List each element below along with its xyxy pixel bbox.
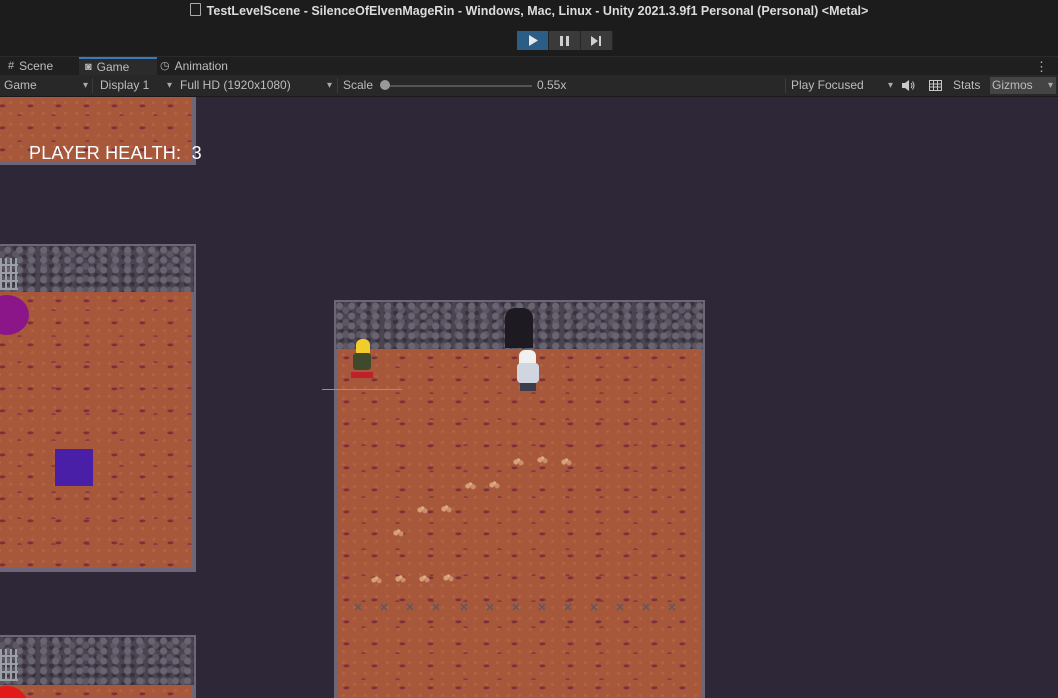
collider-line (322, 389, 402, 390)
grid-icon[interactable] (929, 75, 942, 96)
tab-game[interactable]: ◙ Game (79, 57, 157, 76)
scale-value: 0.55x (537, 78, 567, 92)
spike-trap: ✕ (589, 602, 599, 614)
divider (785, 78, 786, 93)
grid-svg (929, 80, 942, 91)
play-icon (528, 35, 538, 46)
step-button[interactable] (581, 31, 613, 50)
tab-game-label: Game (96, 60, 130, 74)
spike-trap: ✕ (563, 602, 573, 614)
clock-icon: ◷ (160, 60, 170, 72)
view-mode-label: Game (4, 78, 37, 92)
gizmos-label: Gizmos (992, 78, 1033, 92)
tab-animation[interactable]: ◷ Animation (160, 57, 228, 76)
scale-slider-thumb[interactable] (380, 80, 390, 90)
player-base (351, 372, 373, 378)
play-button[interactable] (517, 31, 549, 50)
health-label: PLAYER HEALTH: (29, 143, 182, 163)
speaker-icon[interactable] (902, 75, 915, 96)
gate-icon (0, 258, 18, 290)
rock-decoration (394, 575, 407, 583)
step-icon (591, 35, 601, 46)
stats-button[interactable]: Stats (953, 75, 980, 96)
room-wall-left (0, 244, 196, 294)
rock-decoration (370, 576, 383, 584)
rock-decoration (416, 506, 429, 514)
tab-animation-label: Animation (174, 59, 228, 73)
spike-trap: ✕ (537, 602, 547, 614)
player-health-hud: PLAYER HEALTH: 3 (29, 143, 202, 164)
game-view-toolbar: Game Display 1 Full HD (1920x1080) Scale… (0, 75, 1058, 97)
pause-button[interactable] (549, 31, 581, 50)
health-value: 3 (191, 143, 202, 163)
scale-slider-track[interactable] (385, 85, 532, 87)
player-body (353, 353, 371, 370)
window-title: TestLevelScene - SilenceOfElvenMageRin -… (206, 4, 869, 18)
spike-trap: ✕ (431, 602, 441, 614)
window-title-row: TestLevelScene - SilenceOfElvenMageRin -… (0, 3, 1058, 18)
spike-trap: ✕ (459, 602, 469, 614)
gizmos-dropdown[interactable]: Gizmos (990, 77, 1056, 94)
room-wall-bottom-left (0, 635, 196, 687)
resolution-label: Full HD (1920x1080) (180, 78, 291, 92)
npc-body (517, 363, 539, 383)
play-mode-dropdown[interactable]: Play Focused (791, 75, 893, 96)
divider (337, 78, 338, 93)
play-mode-label: Play Focused (791, 78, 864, 92)
room-floor-left (0, 292, 196, 572)
play-controls (517, 31, 613, 50)
spike-trap: ✕ (485, 602, 495, 614)
title-bar: TestLevelScene - SilenceOfElvenMageRin -… (0, 0, 1058, 56)
view-mode-dropdown[interactable]: Game (4, 75, 88, 96)
rock-decoration (560, 458, 573, 466)
room-floor-center (334, 349, 705, 698)
rock-decoration (464, 482, 477, 490)
blue-square-object (55, 449, 93, 486)
rock-decoration (440, 505, 453, 513)
rock-decoration (512, 458, 525, 466)
rock-decoration (488, 481, 501, 489)
rock-decoration (536, 456, 549, 464)
hash-icon: # (8, 60, 15, 72)
game-viewport[interactable]: ✕ ✕ ✕ ✕ ✕ ✕ ✕ ✕ ✕ ✕ ✕ ✕ ✕ PLAYER HEALTH:… (0, 97, 1058, 698)
scale-label: Scale (343, 78, 374, 92)
gate-icon (0, 649, 18, 681)
resolution-dropdown[interactable]: Full HD (1920x1080) (180, 75, 332, 96)
spike-trap: ✕ (379, 602, 389, 614)
tab-scene[interactable]: # Scene (8, 57, 53, 76)
rock-decoration (442, 574, 455, 582)
spike-trap: ✕ (667, 602, 677, 614)
spike-trap: ✕ (353, 602, 363, 614)
rock-decoration (418, 575, 431, 583)
editor-tab-bar: # Scene ◙ Game ◷ Animation ⋮ (0, 56, 1058, 76)
document-icon (189, 3, 201, 16)
display-label: Display 1 (100, 78, 150, 92)
npc-legs (520, 383, 536, 391)
pause-icon (560, 35, 569, 46)
rock-decoration (392, 529, 405, 537)
spike-trap: ✕ (641, 602, 651, 614)
spike-trap: ✕ (511, 602, 521, 614)
more-options-icon[interactable]: ⋮ (1035, 57, 1048, 76)
spike-trap: ✕ (405, 602, 415, 614)
doorway (505, 308, 533, 348)
room-floor-bottom-left (0, 685, 196, 698)
tab-scene-label: Scene (19, 59, 54, 73)
gamepad-icon: ◙ (85, 61, 92, 73)
display-dropdown[interactable]: Display 1 (100, 75, 172, 96)
spike-trap: ✕ (615, 602, 625, 614)
speaker-svg (902, 80, 915, 91)
divider (92, 78, 93, 93)
